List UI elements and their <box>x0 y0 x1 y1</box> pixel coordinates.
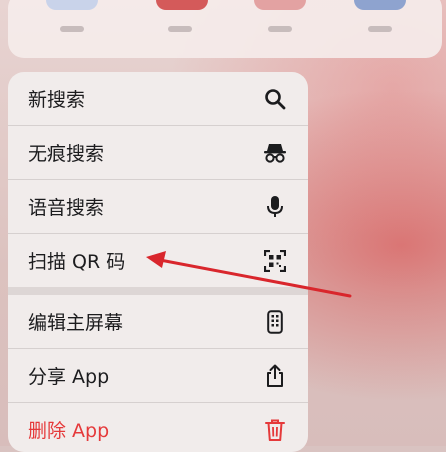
blurred-app-label <box>368 26 392 32</box>
incognito-icon <box>262 140 288 166</box>
blurred-app-icon[interactable] <box>354 0 406 10</box>
blurred-app-label <box>60 26 84 32</box>
menu-item-delete-app[interactable]: 删除 App <box>8 403 308 452</box>
menu-item-label: 新搜索 <box>28 85 85 112</box>
share-icon <box>262 363 288 389</box>
blurred-app-label <box>268 26 292 32</box>
menu-section-separator <box>8 287 308 295</box>
menu-item-label: 语音搜索 <box>28 193 104 220</box>
menu-item-label: 删除 App <box>28 416 109 443</box>
menu-item-edit-home-screen[interactable]: 编辑主屏幕 <box>8 295 308 348</box>
trash-icon <box>262 417 288 443</box>
menu-item-voice-search[interactable]: 语音搜索 <box>8 180 308 233</box>
qr-scan-icon <box>262 248 288 274</box>
menu-item-share-app[interactable]: 分享 App <box>8 349 308 402</box>
phone-screen-icon <box>262 309 288 335</box>
menu-item-private-search[interactable]: 无痕搜索 <box>8 126 308 179</box>
search-icon <box>262 86 288 112</box>
menu-item-label: 编辑主屏幕 <box>28 308 123 335</box>
app-shortcut-row <box>8 0 442 58</box>
menu-item-label: 分享 App <box>28 362 109 389</box>
microphone-icon <box>262 194 288 220</box>
context-menu: 新搜索 无痕搜索 语音搜索 <box>8 72 308 452</box>
blurred-app-label <box>168 26 192 32</box>
blurred-app-icon[interactable] <box>156 0 208 10</box>
blurred-app-icon[interactable] <box>254 0 306 10</box>
menu-item-label: 扫描 QR 码 <box>28 247 125 274</box>
blurred-app-icon[interactable] <box>46 0 98 10</box>
menu-item-scan-qr[interactable]: 扫描 QR 码 <box>8 234 308 287</box>
menu-item-label: 无痕搜索 <box>28 139 104 166</box>
menu-item-new-search[interactable]: 新搜索 <box>8 72 308 125</box>
